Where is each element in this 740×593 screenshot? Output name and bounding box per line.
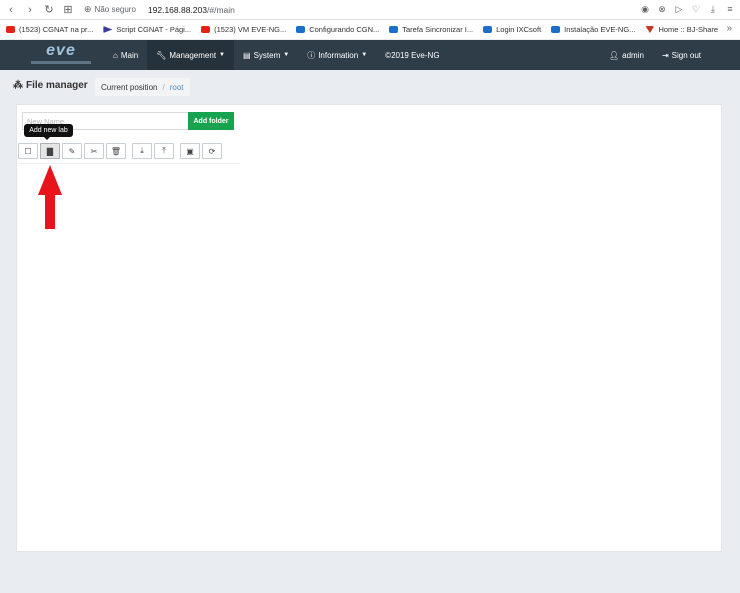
add-lab-button[interactable]: ▇ bbox=[40, 143, 60, 159]
shield-icon[interactable]: ⊗ bbox=[656, 2, 668, 16]
nav-user: 👤︎ admin ⇥ Sign out bbox=[600, 40, 710, 70]
copyright: ©2019 Eve-NG bbox=[385, 50, 440, 60]
tooltip: Add new lab bbox=[24, 124, 73, 137]
nav-management[interactable]: 🔧︎ Management ▼ bbox=[147, 40, 234, 70]
caret-down-icon: ▼ bbox=[219, 52, 225, 58]
site-icon bbox=[551, 26, 561, 33]
cut-button[interactable]: ✂ bbox=[84, 143, 104, 159]
browser-actions: ◉ ⊗ ▷ ♡ ⤓ ≡ bbox=[639, 2, 736, 16]
back-icon[interactable]: ‹ bbox=[3, 2, 19, 18]
eve-logo[interactable]: eve bbox=[26, 43, 96, 68]
bookmark-item[interactable]: Login IXCsoft bbox=[483, 25, 541, 34]
forward-icon[interactable]: › bbox=[22, 2, 38, 18]
sitemap-icon: ⁂ bbox=[13, 80, 23, 91]
book-icon: ▤ bbox=[243, 50, 251, 60]
nav-main[interactable]: ⌂ Main bbox=[104, 40, 147, 70]
caret-down-icon: ▼ bbox=[283, 52, 290, 58]
bookmarks-bar: (1523) CGNAT na pr... Script CGNAT - Pág… bbox=[0, 20, 740, 39]
file-manager-panel bbox=[16, 104, 722, 552]
logo-tagline bbox=[31, 61, 91, 64]
script-icon bbox=[103, 26, 113, 33]
scissors-icon: ✂ bbox=[90, 146, 98, 156]
site-icon bbox=[296, 26, 306, 33]
info-icon: ⓘ bbox=[307, 50, 316, 60]
tabs-grid-icon[interactable]: ⊞ bbox=[60, 2, 76, 18]
pencil-icon: ✎ bbox=[68, 146, 76, 156]
annotation-arrow-icon bbox=[38, 165, 62, 229]
file-toolbar: ☐ ▇ ✎ ✂ 🗑︎ ⤓ ⤒ ▣ ⟳ bbox=[18, 143, 224, 159]
breadcrumb: Current position / root bbox=[95, 78, 190, 96]
site-icon bbox=[483, 26, 493, 33]
send-icon[interactable]: ▷ bbox=[673, 2, 685, 16]
globe-icon: ⊕ bbox=[84, 4, 92, 14]
wrench-icon: 🔧︎ bbox=[156, 50, 167, 60]
user-menu[interactable]: 👤︎ admin bbox=[600, 40, 653, 70]
caret-down-icon: ▼ bbox=[361, 52, 368, 58]
tooltip-arrow bbox=[44, 137, 50, 140]
list-divider bbox=[18, 163, 240, 164]
bookmark-item[interactable]: Tarefa Sincronizar I... bbox=[389, 25, 473, 34]
checkbox-icon: ☐ bbox=[24, 146, 32, 156]
window-icon: ▣ bbox=[186, 146, 194, 156]
main-navbar: eve ⌂ Main 🔧︎ Management ▼ ▤ System ▼ ⓘ Inform… bbox=[0, 40, 740, 70]
bookmark-item[interactable]: Configurando CGN... bbox=[296, 25, 379, 34]
bookmark-item[interactable]: Script CGNAT - Pági... bbox=[103, 25, 191, 34]
refresh-icon: ⟳ bbox=[208, 146, 216, 156]
youtube-icon bbox=[6, 26, 15, 33]
page-title: ⁂ File manager bbox=[13, 80, 88, 91]
breadcrumb-root[interactable]: root bbox=[170, 83, 184, 92]
export-button[interactable]: ⤒ bbox=[154, 143, 174, 159]
bookmarks-overflow-icon[interactable]: » bbox=[726, 23, 732, 34]
site-icon bbox=[389, 26, 399, 33]
address-bar[interactable]: ⊕ Não seguro 192.168.88.203/#/main bbox=[84, 2, 235, 18]
import-button[interactable]: ⤓ bbox=[132, 143, 152, 159]
youtube-icon bbox=[201, 26, 211, 33]
reload-icon[interactable]: ↻ bbox=[41, 2, 57, 18]
download-icon[interactable]: ⤓ bbox=[707, 2, 719, 16]
nav-information[interactable]: ⓘ Information ▼ bbox=[298, 40, 376, 70]
select-all-checkbox[interactable]: ☐ bbox=[18, 143, 38, 159]
upload-icon: ⤒ bbox=[162, 146, 166, 155]
refresh-button[interactable]: ⟳ bbox=[202, 143, 222, 159]
signout-link[interactable]: ⇥ Sign out bbox=[653, 40, 710, 70]
bookmark-item[interactable]: Home :: BJ-Share bbox=[645, 25, 718, 34]
nav-menu: ⌂ Main 🔧︎ Management ▼ ▤ System ▼ ⓘ Informatio… bbox=[104, 40, 449, 70]
url-path: /#/main bbox=[207, 4, 235, 15]
open-button[interactable]: ▣ bbox=[180, 143, 200, 159]
nav-system[interactable]: ▤ System ▼ bbox=[234, 40, 298, 70]
browser-toolbar: ‹ › ↻ ⊞ ⊕ Não seguro 192.168.88.203/#/ma… bbox=[0, 0, 740, 20]
download-icon: ⤓ bbox=[140, 146, 144, 155]
url-host: 192.168.88.203 bbox=[147, 4, 207, 15]
file-icon: ▇ bbox=[46, 146, 54, 156]
bj-share-icon bbox=[645, 26, 655, 33]
signout-icon: ⇥ bbox=[661, 50, 669, 60]
camera-icon[interactable]: ◉ bbox=[639, 2, 651, 16]
menu-icon[interactable]: ≡ bbox=[724, 2, 736, 16]
delete-button[interactable]: 🗑︎ bbox=[106, 143, 126, 159]
heart-icon[interactable]: ♡ bbox=[690, 2, 702, 16]
bookmark-item[interactable]: (1523) CGNAT na pr... bbox=[6, 25, 93, 34]
security-label: Não seguro bbox=[94, 5, 136, 14]
add-folder-button[interactable]: Add folder bbox=[188, 112, 234, 130]
trash-icon: 🗑︎ bbox=[110, 146, 122, 156]
bookmark-item[interactable]: (1523) VM EVE-NG... bbox=[201, 25, 286, 34]
rename-button[interactable]: ✎ bbox=[62, 143, 82, 159]
home-icon: ⌂ bbox=[113, 50, 118, 60]
bookmark-item[interactable]: Instalação EVE-NG... bbox=[551, 25, 635, 34]
user-icon: 👤︎ bbox=[608, 50, 620, 60]
